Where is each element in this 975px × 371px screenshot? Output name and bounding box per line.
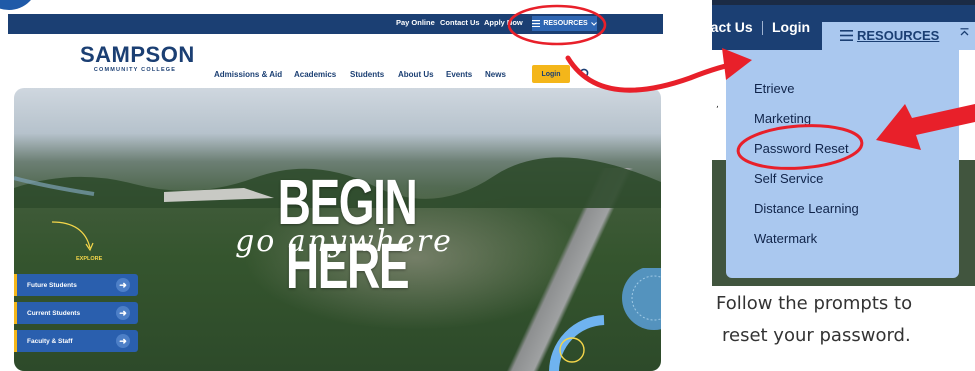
menu-item-watermark[interactable]: Watermark bbox=[754, 231, 817, 246]
caption-line-1: Follow the prompts to bbox=[716, 293, 913, 314]
nav-events[interactable]: Events bbox=[446, 70, 472, 79]
menu-item-distance-learning[interactable]: Distance Learning bbox=[754, 201, 859, 216]
hero-banner: BEGIN HERE go anywhere EXPLORE Future St… bbox=[14, 88, 661, 371]
explore-arrow-icon bbox=[51, 221, 94, 252]
logo-subtitle: COMMUNITY COLLEGE bbox=[93, 67, 177, 73]
login-button[interactable]: Login bbox=[532, 65, 570, 83]
zoom-contact-link[interactable]: tact Us bbox=[712, 19, 753, 35]
current-students-button[interactable]: Current Students ➜ bbox=[14, 302, 138, 324]
zoomed-resources-menu: tact Us Login RESOURCES , Etrieve Market… bbox=[712, 0, 975, 286]
contact-us-link[interactable]: Contact Us bbox=[440, 18, 480, 27]
decorative-circles bbox=[549, 268, 661, 371]
college-logo[interactable]: SAMPSON COMMUNITY COLLEGE bbox=[80, 42, 195, 74]
nav-academics[interactable]: Academics bbox=[294, 70, 336, 79]
pay-online-link[interactable]: Pay Online bbox=[396, 18, 435, 27]
future-students-button[interactable]: Future Students ➜ bbox=[14, 274, 138, 296]
utility-bar: Pay Online Contact Us Apply Now RESOURCE… bbox=[8, 14, 663, 34]
faculty-staff-label: Faculty & Staff bbox=[27, 337, 73, 345]
apply-now-link[interactable]: Apply Now bbox=[484, 18, 523, 27]
website-screenshot: Pay Online Contact Us Apply Now RESOURCE… bbox=[8, 14, 663, 371]
hero-subtitle: go anywhere bbox=[235, 224, 453, 259]
faculty-staff-button[interactable]: Faculty & Staff ➜ bbox=[14, 330, 138, 352]
current-students-label: Current Students bbox=[27, 309, 81, 317]
resources-menu-button[interactable]: RESOURCES bbox=[532, 16, 597, 31]
chevron-up-icon bbox=[960, 28, 969, 36]
resources-label: RESOURCES bbox=[543, 20, 588, 27]
zoom-login-link[interactable]: Login bbox=[772, 19, 810, 35]
nav-news[interactable]: News bbox=[485, 70, 506, 79]
search-icon[interactable] bbox=[578, 67, 592, 81]
future-students-label: Future Students bbox=[27, 281, 77, 289]
nav-students[interactable]: Students bbox=[350, 70, 384, 79]
zoom-resources-button[interactable]: RESOURCES bbox=[822, 22, 975, 50]
menu-item-password-reset[interactable]: Password Reset bbox=[754, 141, 849, 156]
explore-label: EXPLORE bbox=[76, 256, 103, 262]
chevron-down-icon bbox=[590, 21, 597, 26]
arrow-right-icon: ➜ bbox=[116, 306, 130, 320]
hamburger-icon bbox=[840, 30, 853, 41]
link-separator bbox=[762, 21, 763, 35]
corner-decoration bbox=[0, 0, 38, 10]
arrow-right-icon: ➜ bbox=[116, 278, 130, 292]
menu-item-marketing[interactable]: Marketing bbox=[754, 111, 811, 126]
zoom-resources-label: RESOURCES bbox=[857, 28, 940, 43]
hamburger-icon bbox=[532, 20, 541, 27]
zoom-partial-text: , bbox=[716, 100, 719, 110]
nav-about-us[interactable]: About Us bbox=[398, 70, 434, 79]
menu-item-etrieve[interactable]: Etrieve bbox=[754, 81, 794, 96]
menu-item-self-service[interactable]: Self Service bbox=[754, 171, 823, 186]
main-nav-bar: SAMPSON COMMUNITY COLLEGE Admissions & A… bbox=[8, 34, 663, 94]
nav-admissions-aid[interactable]: Admissions & Aid bbox=[214, 70, 282, 79]
logo-name: SAMPSON bbox=[80, 42, 195, 67]
resources-dropdown: Etrieve Marketing Password Reset Self Se… bbox=[726, 50, 959, 278]
caption-line-2: reset your password. bbox=[722, 325, 911, 346]
arrow-right-icon: ➜ bbox=[116, 334, 130, 348]
